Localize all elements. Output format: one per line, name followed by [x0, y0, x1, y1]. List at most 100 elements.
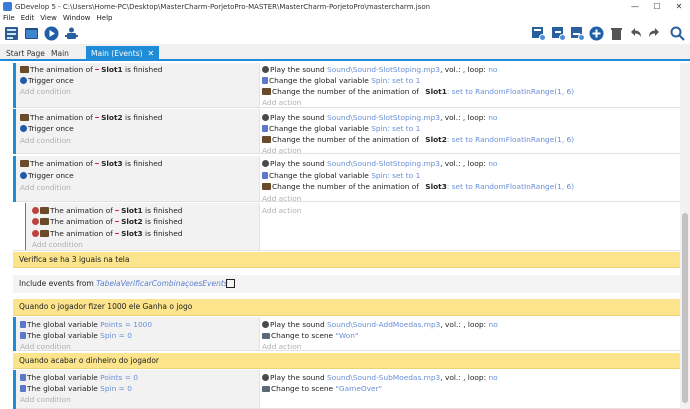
action-row[interactable]: Play the sound Sound\Sound-SlotStoping.m… — [262, 112, 497, 123]
action-text: , vol.: — [440, 373, 464, 382]
menu-help[interactable]: Help — [97, 14, 113, 22]
variable-name: Points — [100, 373, 123, 382]
object-name[interactable]: Slot1 — [121, 206, 143, 215]
tab-label: Main (Events) — [91, 49, 143, 58]
object-name[interactable]: Slot1 — [101, 65, 123, 74]
action-row[interactable]: Play the sound Sound\Sound-AddMoedas.mp3… — [262, 319, 498, 330]
delete-icon[interactable] — [609, 26, 624, 41]
network-preview-icon[interactable] — [64, 26, 79, 41]
action-text: , vol.: — [440, 65, 463, 74]
event-win[interactable]: The global variable Points = 1000 The gl… — [13, 317, 680, 351]
object-name[interactable]: Slot2 — [121, 217, 143, 226]
add-condition-button[interactable]: Add condition — [20, 135, 71, 146]
external-events-name[interactable]: TabelaVerificarCombinaçoesEvents — [96, 279, 228, 288]
object-name[interactable]: Slot3 — [425, 182, 447, 191]
event-all-slots-finished[interactable]: The animation of Slot1 is finished The a… — [13, 203, 680, 251]
add-action-button[interactable]: Add action — [262, 145, 301, 156]
add-condition-button[interactable]: Add condition — [32, 239, 83, 250]
add-more-icon[interactable] — [589, 26, 604, 41]
object-name[interactable]: Slot2 — [425, 135, 447, 144]
condition-row[interactable]: The global variable Spin = 0 — [20, 330, 132, 341]
object-name[interactable]: Slot2 — [101, 113, 123, 122]
condition-row[interactable]: The animation of Slot3 is finished — [20, 158, 162, 169]
menu-file[interactable]: File — [3, 14, 15, 22]
play-preview-icon[interactable] — [44, 26, 59, 41]
menu-edit[interactable]: Edit — [21, 14, 35, 22]
comment-block[interactable]: Quando o jogador fizer 1000 ele Ganha o … — [13, 299, 680, 316]
add-action-button[interactable]: Add action — [262, 341, 301, 352]
condition-row[interactable]: The global variable Points = 0 — [20, 372, 138, 383]
action-row[interactable]: Change the global variable Spin: set to … — [262, 170, 420, 181]
action-row[interactable]: Play the sound Sound\Sound-SubMoedas.mp3… — [262, 372, 498, 383]
condition-row[interactable]: The global variable Points = 1000 — [20, 319, 152, 330]
action-row[interactable]: Play the sound Sound\Sound-SlotStoping.m… — [262, 158, 497, 169]
sound-icon — [262, 114, 269, 121]
maximize-button[interactable]: ☐ — [646, 0, 668, 13]
sound-icon — [262, 321, 269, 328]
action-row[interactable]: Change to scene "Won" — [262, 330, 358, 341]
object-name[interactable]: Slot3 — [121, 229, 143, 238]
open-external-icon[interactable] — [226, 279, 235, 288]
action-row[interactable]: Change to scene "GameOver" — [262, 383, 382, 394]
add-subevent-icon[interactable] — [551, 26, 566, 41]
variable-icon — [262, 125, 268, 132]
event-game-over[interactable]: The global variable Points = 0 The globa… — [13, 370, 680, 409]
undo-icon[interactable] — [628, 26, 643, 41]
minimize-button[interactable]: — — [624, 0, 646, 13]
event-slot2[interactable]: The animation of Slot2 is finished Trigg… — [13, 109, 680, 156]
add-action-button[interactable]: Add action — [262, 205, 301, 216]
comment-block[interactable]: Quando acabar o dinheiro do jogador — [13, 353, 680, 369]
action-row[interactable]: Change the number of the animation of Sl… — [262, 86, 574, 97]
action-row[interactable]: Change the number of the animation of Sl… — [262, 134, 574, 145]
redo-icon[interactable] — [647, 26, 662, 41]
tab-main[interactable]: Main — [46, 46, 74, 61]
condition-row[interactable]: The global variable Spin = 0 — [20, 383, 132, 394]
actions-column: Play the sound Sound\Sound-SubMoedas.mp3… — [259, 370, 680, 408]
menu-view[interactable]: View — [40, 14, 57, 22]
tab-start-page[interactable]: Start Page — [1, 46, 50, 61]
add-condition-button[interactable]: Add condition — [20, 341, 71, 352]
condition-row[interactable]: Trigger once — [20, 75, 74, 86]
object-name[interactable]: Slot3 — [101, 159, 123, 168]
condition-text: Trigger once — [28, 171, 74, 180]
comment-block[interactable]: Verifica se ha 3 iguais na tela — [13, 252, 680, 268]
include-prefix: Include events from — [19, 279, 97, 288]
action-row[interactable]: Change the global variable Spin: set to … — [262, 123, 420, 134]
comment-text[interactable]: Verifica se ha 3 iguais na tela — [19, 252, 130, 268]
add-condition-button[interactable]: Add condition — [20, 86, 71, 97]
object-name[interactable]: Slot1 — [425, 87, 447, 96]
action-row[interactable]: Play the sound Sound\Sound-SlotStoping.m… — [262, 64, 497, 75]
condition-row[interactable]: Trigger once — [20, 170, 74, 181]
condition-row[interactable]: The animation of Slot2 is finished — [20, 112, 162, 123]
debug-preview-icon[interactable] — [24, 26, 39, 41]
project-manager-icon[interactable] — [4, 26, 19, 41]
variable-icon — [20, 332, 26, 339]
close-window-button[interactable]: ✕ — [668, 0, 690, 13]
event-slot1[interactable]: The animation of Slot1 is finished Trigg… — [13, 63, 680, 108]
scrollbar-thumb[interactable] — [682, 213, 688, 403]
condition-row[interactable]: The animation of Slot2 is finished — [32, 216, 182, 227]
comment-text[interactable]: Quando acabar o dinheiro do jogador — [19, 353, 159, 369]
search-icon[interactable] — [670, 26, 685, 41]
tab-main-events[interactable]: Main (Events) ✕ — [86, 46, 160, 61]
menu-window[interactable]: Window — [63, 14, 91, 22]
add-comment-icon[interactable] — [570, 26, 585, 41]
conditions-column: The animation of Slot2 is finished Trigg… — [16, 109, 259, 153]
add-event-icon[interactable] — [531, 26, 546, 41]
condition-row[interactable]: Trigger once — [20, 123, 74, 134]
event-slot3[interactable]: The animation of Slot3 is finished Trigg… — [13, 156, 680, 203]
action-param: Spin — [371, 76, 388, 85]
condition-row[interactable]: The animation of Slot1 is finished — [32, 205, 182, 216]
comment-text[interactable]: Quando o jogador fizer 1000 ele Ganha o … — [19, 299, 192, 315]
vertical-scrollbar[interactable] — [680, 63, 690, 409]
condition-row[interactable]: The animation of Slot3 is finished — [32, 228, 182, 239]
add-action-button[interactable]: Add action — [262, 97, 301, 108]
close-tab-icon[interactable]: ✕ — [148, 49, 155, 58]
condition-row[interactable]: The animation of Slot1 is finished — [20, 64, 162, 75]
include-events-block[interactable]: Include events from TabelaVerificarCombi… — [13, 275, 680, 293]
action-row[interactable]: Change the number of the animation of Sl… — [262, 181, 574, 192]
add-condition-button[interactable]: Add condition — [20, 182, 71, 193]
action-row[interactable]: Change the global variable Spin: set to … — [262, 75, 420, 86]
add-condition-button[interactable]: Add condition — [20, 394, 71, 405]
object-icon — [95, 117, 100, 118]
